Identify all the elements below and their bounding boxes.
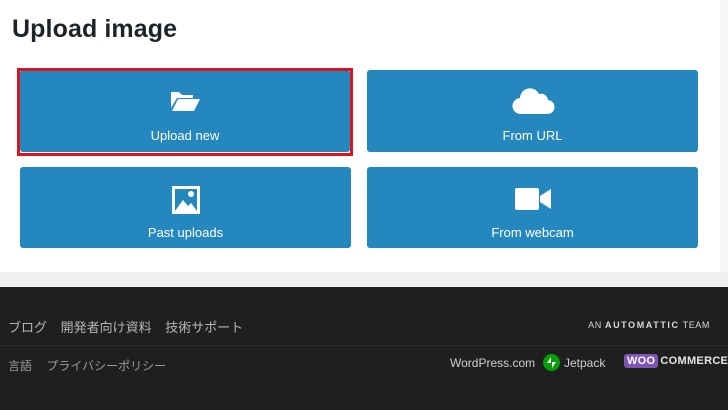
from-webcam-button[interactable]: From webcam [367, 167, 698, 248]
upload-new-highlight [17, 68, 353, 156]
footer-top: ブログ 開発者向け資料 技術サポート AN AUTOMATTIC TEAM [0, 287, 728, 345]
cloud-icon [511, 88, 555, 121]
video-camera-icon [514, 185, 552, 218]
jetpack-label: Jetpack [564, 355, 606, 370]
past-uploads-label: Past uploads [147, 225, 224, 240]
woocommerce-link[interactable]: WOO COMMERCE [624, 354, 728, 368]
from-webcam-label: From webcam [491, 225, 574, 240]
wordpress-label: WordPress.com [450, 356, 536, 370]
woo-badge: WOO [624, 354, 659, 368]
footer-links: ブログ 開発者向け資料 技術サポート [8, 317, 253, 336]
jetpack-icon [543, 354, 560, 371]
automattic-suffix: TEAM [682, 320, 710, 330]
from-url-label: From URL [502, 128, 563, 143]
automattic-name: AUTOMATTIC [604, 320, 680, 330]
footer-link-blog[interactable]: ブログ [8, 320, 47, 335]
automattic-logo[interactable]: AN AUTOMATTIC TEAM [588, 320, 710, 330]
past-uploads-button[interactable]: Past uploads [20, 167, 351, 248]
right-gutter [720, 0, 728, 272]
footer-link-developers[interactable]: 開発者向け資料 [61, 320, 152, 335]
jetpack-link[interactable]: Jetpack [543, 354, 605, 371]
from-url-button[interactable]: From URL [367, 70, 698, 152]
wordpress-link[interactable]: WordPress.com [450, 356, 535, 370]
footer-bottom-links: 言語 プライバシーポリシー [8, 357, 177, 374]
automattic-prefix: AN [588, 320, 602, 330]
footer-link-privacy[interactable]: プライバシーポリシー [46, 359, 166, 373]
footer-link-language[interactable]: 言語 [8, 359, 32, 373]
footer-divider [0, 345, 728, 346]
commerce-label: COMMERCE [660, 355, 728, 367]
image-icon [171, 185, 201, 220]
footer: ブログ 開発者向け資料 技術サポート AN AUTOMATTIC TEAM 言語… [0, 287, 728, 410]
upload-panel: Upload image Upload new From URL Past up… [0, 0, 720, 272]
footer-link-support[interactable]: 技術サポート [165, 320, 243, 335]
page-title: Upload image [12, 15, 178, 43]
